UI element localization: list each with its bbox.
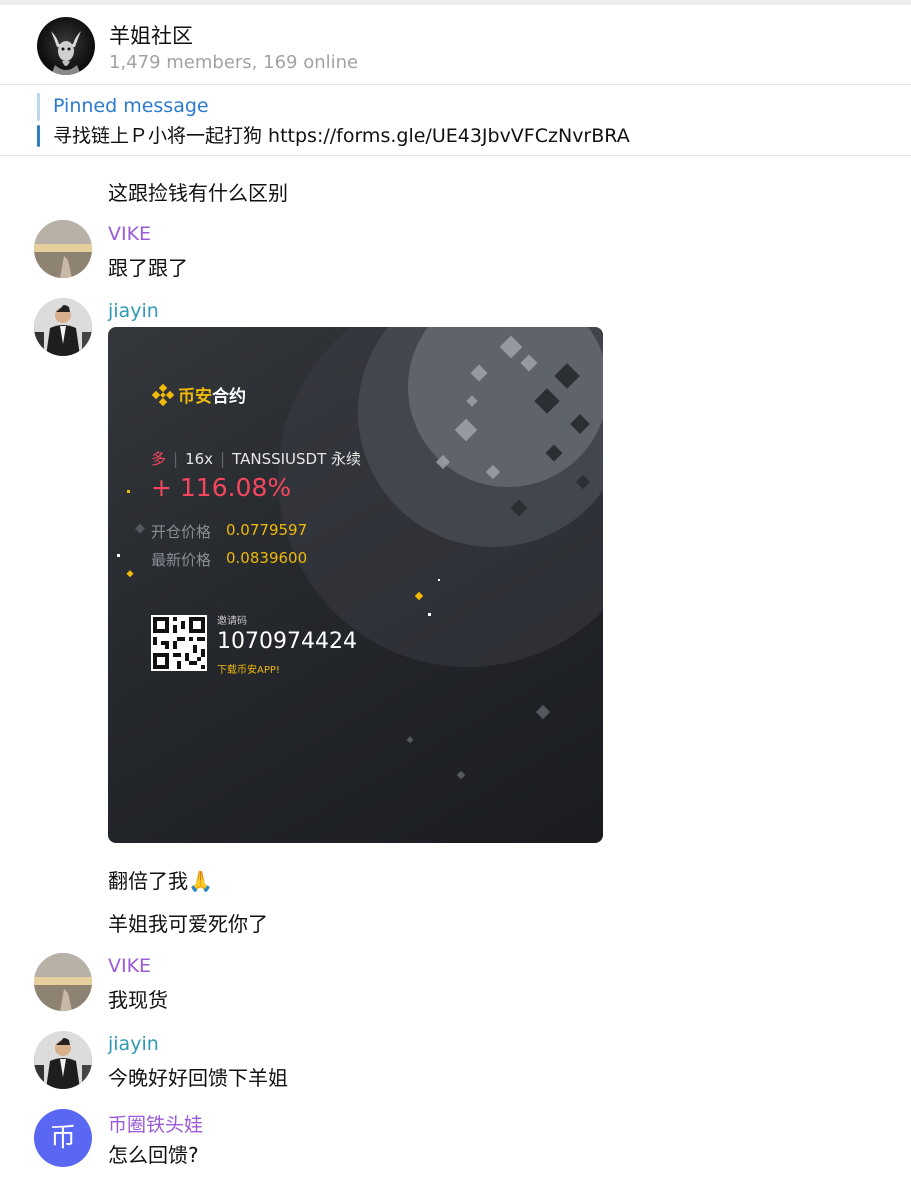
chat-header[interactable]: 羊姐社区 1,479 members, 169 online (0, 5, 911, 85)
binance-logo-icon (152, 383, 174, 406)
sender-name[interactable]: VIKE (108, 955, 151, 977)
avatar-jiayin[interactable] (34, 1031, 92, 1089)
position-pair: TANSSIUSDT 永续 (232, 450, 362, 468)
group-title: 羊姐社区 (109, 24, 193, 48)
pinned-indicator-inactive (37, 93, 40, 121)
avatar-vike[interactable] (34, 220, 92, 278)
last-price-label: 最新价格 (151, 551, 212, 569)
pinned-label: Pinned message (53, 95, 209, 117)
chat-window: 羊姐社区 1,479 members, 169 online Pinned me… (0, 0, 911, 1200)
sender-name[interactable]: jiayin (108, 300, 159, 322)
message-text[interactable]: 羊姐我可爱死你了 (108, 908, 268, 937)
message-text[interactable]: 今晚好好回馈下羊姐 (108, 1062, 288, 1091)
avatar-coin-user[interactable]: 币 (34, 1109, 92, 1167)
group-avatar[interactable] (37, 17, 95, 75)
position-leverage: 16x (185, 450, 214, 468)
message-text[interactable]: 翻倍了我🙏 (108, 865, 213, 894)
position-side: 多 (151, 450, 167, 468)
brand-product: 合约 (212, 387, 246, 407)
entry-price-label: 开仓价格 (151, 523, 212, 541)
pinned-text[interactable]: 寻找链上Ｐ小将一起打狗 https://forms.gle/UE43JbvVFC… (53, 121, 630, 148)
qr-code (151, 615, 207, 671)
sender-name[interactable]: 币圈铁头娃 (108, 1110, 203, 1137)
pinned-message-bar[interactable]: Pinned message 寻找链上Ｐ小将一起打狗 https://forms… (0, 85, 911, 156)
message-text[interactable]: 怎么回馈? (108, 1139, 199, 1168)
avatar-jiayin[interactable] (34, 298, 92, 356)
last-price-value: 0.0839600 (226, 549, 308, 567)
invite-code: 1070974424 (217, 629, 357, 654)
message-text[interactable]: 这跟捡钱有什么区别 (108, 177, 288, 206)
invite-code-label: 邀请码 (217, 616, 247, 627)
entry-price-value: 0.0779597 (226, 521, 308, 539)
trade-share-image[interactable]: 币安合约 多 | 16x | TANSSIUSDT 永续 + 116.08% 开仓价格 … (108, 327, 603, 843)
sender-name[interactable]: jiayin (108, 1033, 159, 1055)
binance-futures-brand: 币安合约 (152, 382, 246, 407)
sender-name[interactable]: VIKE (108, 223, 151, 245)
avatar-vike[interactable] (34, 953, 92, 1011)
position-info: 多 | 16x | TANSSIUSDT 永续 (151, 450, 362, 468)
message-text[interactable]: 跟了跟了 (108, 252, 188, 281)
group-member-count: 1,479 members, 169 online (109, 52, 359, 73)
message-text[interactable]: 我现货 (108, 984, 168, 1013)
pinned-indicator-active (37, 125, 40, 147)
brand-name: 币安 (178, 387, 212, 407)
download-app-text: 下载币安APP! (217, 665, 280, 676)
position-roi: + 116.08% (151, 473, 292, 502)
